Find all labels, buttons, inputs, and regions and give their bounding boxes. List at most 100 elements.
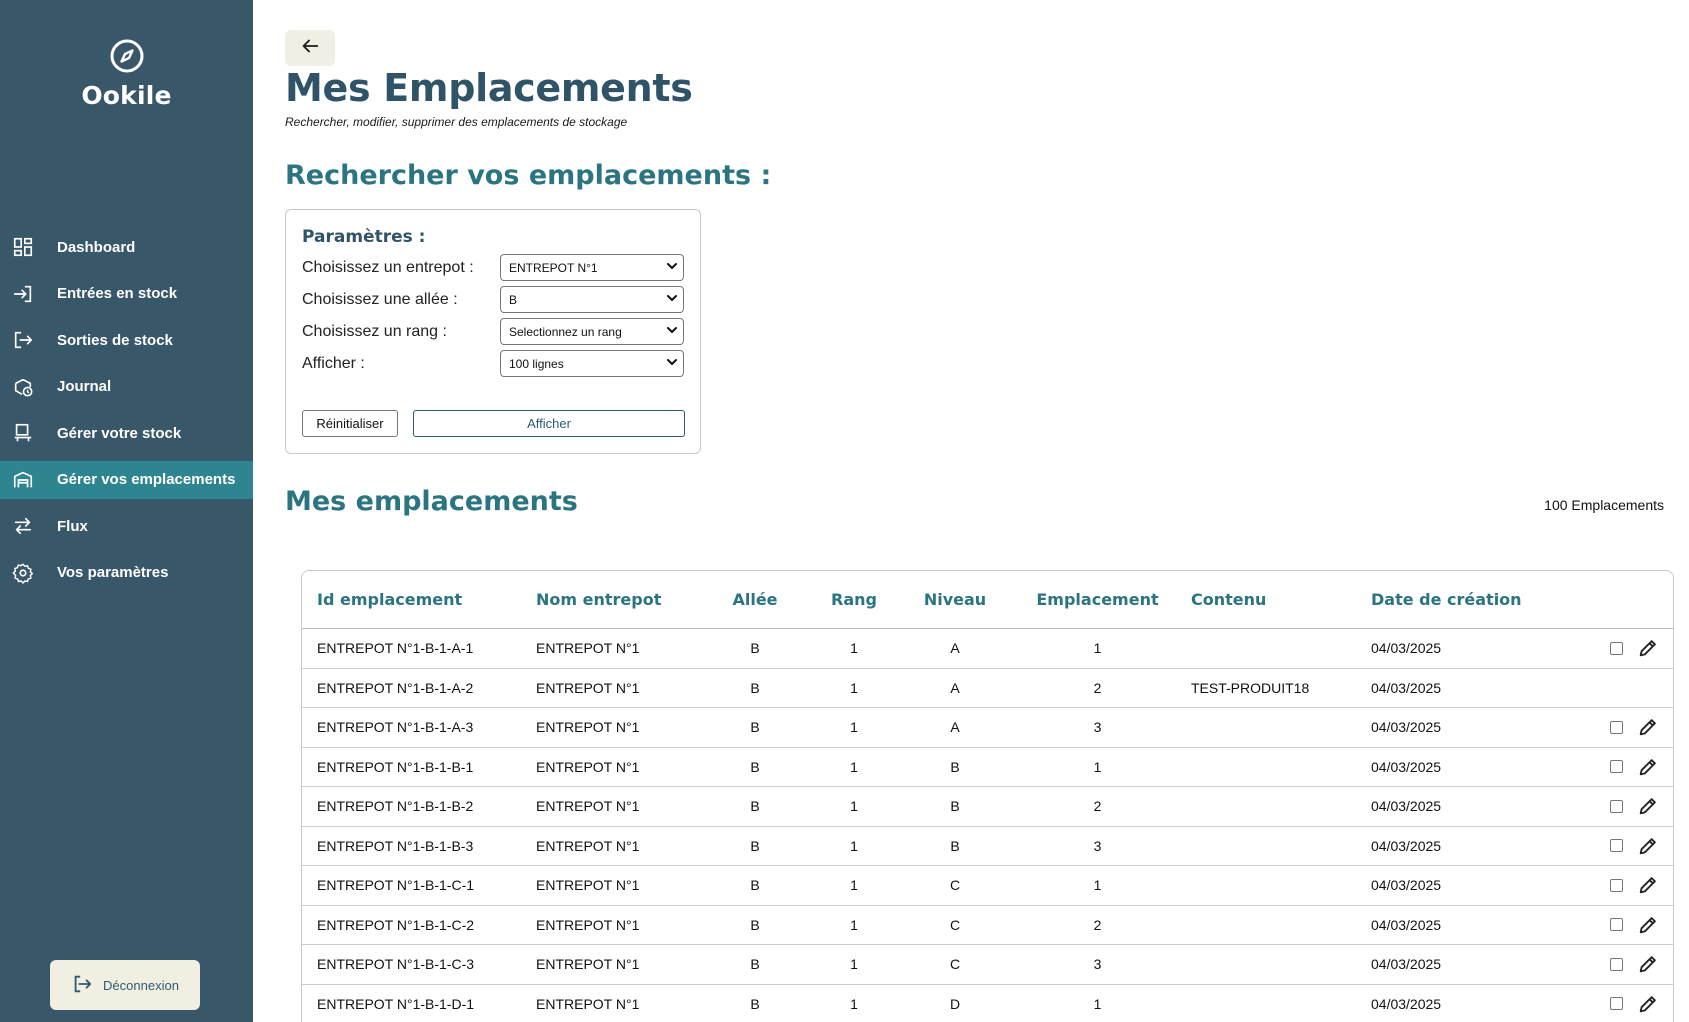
page-title: Mes Emplacements (285, 66, 693, 110)
cell-warehouse-name: ENTREPOT N°1 (536, 956, 640, 973)
reset-button[interactable]: Réinitialiser (302, 410, 398, 437)
param-row: Choisissez une allée : B (302, 286, 686, 313)
table-row: ENTREPOT N°1-B-1-C-1 ENTREPOT N°1 B 1 C 1 04/0… (302, 866, 1673, 906)
main-content: Mes Emplacements Rechercher, modifier, s… (253, 0, 1689, 1022)
warehouse-icon (12, 469, 34, 491)
page-subtitle: Rechercher, modifier, supprimer des empl… (285, 115, 628, 129)
cell-creation-date: 04/03/2025 (1371, 798, 1442, 815)
row-actions (1559, 914, 1673, 936)
cell-row: 1 (850, 758, 858, 775)
sidebar-item-vos-parametres[interactable]: Vos paramètres (0, 554, 253, 592)
cell-location: 3 (1093, 719, 1102, 736)
pencil-icon[interactable] (1637, 914, 1659, 936)
sidebar-item-journal[interactable]: Journal (0, 368, 253, 406)
cell-level: B (950, 798, 960, 815)
cell-row: 1 (850, 640, 858, 657)
sidebar-item-gerer-votre-stock[interactable]: Gérer votre stock (0, 414, 253, 452)
pencil-icon[interactable] (1637, 637, 1659, 659)
sidebar-item-label: Entrées en stock (57, 285, 178, 302)
sidebar-item-entrees-en-stock[interactable]: Entrées en stock (0, 275, 253, 313)
cell-id: ENTREPOT N°1-B-1-A-1 (317, 640, 474, 657)
cell-row: 1 (850, 877, 858, 894)
compass-icon (109, 38, 145, 74)
show-button[interactable]: Afficher (413, 410, 685, 437)
cell-row: 1 (850, 798, 858, 815)
logout-button[interactable]: Déconnexion (50, 960, 200, 1010)
row-select-checkbox[interactable] (1610, 760, 1623, 774)
row-select-checkbox[interactable] (1610, 997, 1623, 1011)
cell-creation-date: 04/03/2025 (1371, 995, 1442, 1012)
pencil-icon[interactable] (1637, 756, 1659, 778)
logout-icon (12, 329, 34, 351)
back-button[interactable] (285, 30, 335, 66)
parameters-title: Paramètres : (302, 227, 426, 247)
param-label: Choisissez un entrepot : (302, 258, 474, 276)
sidebar-item-gerer-vos-emplacements[interactable]: Gérer vos emplacements (0, 460, 253, 499)
locations-table: Id emplacement Nom entrepot Allée Rang N… (301, 570, 1674, 1022)
cell-aisle: B (750, 956, 760, 973)
aisle-select[interactable]: B (500, 286, 684, 313)
sidebar-nav: Dashboard Entrées en stock Sorties de stoc… (0, 228, 253, 600)
row-select-checkbox[interactable] (1610, 720, 1623, 734)
row-select-checkbox[interactable] (1610, 957, 1623, 971)
param-label: Choisissez un rang : (302, 322, 447, 340)
sidebar-item-dashboard[interactable]: Dashboard (0, 228, 253, 266)
pencil-icon[interactable] (1637, 993, 1659, 1015)
pencil-icon[interactable] (1637, 716, 1659, 738)
row-select[interactable]: Selectionnez un rang (500, 318, 684, 345)
sidebar-item-label: Gérer votre stock (57, 424, 182, 442)
sidebar-item-flux[interactable]: Flux (0, 507, 253, 545)
row-select-checkbox[interactable] (1610, 878, 1623, 892)
cell-row: 1 (850, 995, 858, 1012)
forklift-icon (12, 422, 34, 444)
list-section-title: Mes emplacements (285, 486, 578, 517)
row-select-checkbox[interactable] (1610, 799, 1623, 813)
cell-level: D (949, 995, 961, 1012)
cell-creation-date: 04/03/2025 (1371, 877, 1442, 894)
warehouse-select[interactable]: ENTREPOT N°1 (500, 254, 684, 281)
row-actions (1559, 716, 1673, 738)
cell-id: ENTREPOT N°1-B-1-A-3 (317, 719, 474, 736)
pencil-icon[interactable] (1637, 835, 1659, 857)
pencil-icon[interactable] (1637, 953, 1659, 975)
app-root: Ookile Dashboard Entrées en stock Sorties … (0, 0, 1689, 1022)
history-icon (12, 376, 34, 398)
table-row: ENTREPOT N°1-B-1-C-3 ENTREPOT N°1 B 1 C 3 04/0… (302, 945, 1673, 985)
row-actions (1559, 637, 1673, 659)
cell-location: 1 (1093, 877, 1102, 894)
cell-aisle: B (750, 837, 760, 854)
table-row: ENTREPOT N°1-B-1-B-2 ENTREPOT N°1 B 1 B 2 04/0… (302, 787, 1673, 827)
cell-warehouse-name: ENTREPOT N°1 (536, 640, 640, 657)
row-select-checkbox[interactable] (1610, 641, 1623, 655)
cell-warehouse-name: ENTREPOT N°1 (536, 837, 640, 854)
login-icon (12, 283, 34, 305)
cell-warehouse-name: ENTREPOT N°1 (536, 995, 640, 1012)
header-location: Emplacement (1036, 590, 1159, 609)
sidebar-item-sorties-de-stock[interactable]: Sorties de stock (0, 321, 253, 359)
sidebar-item-label: Sorties de stock (57, 331, 173, 349)
row-select-checkbox[interactable] (1610, 918, 1623, 932)
chevron-down-icon (666, 260, 678, 275)
cell-id: ENTREPOT N°1-B-1-B-1 (317, 758, 474, 775)
param-label: Choisissez une allée : (302, 290, 458, 308)
param-label: Afficher : (302, 354, 365, 372)
display-count-select[interactable]: 100 lignes (500, 350, 684, 377)
cell-warehouse-name: ENTREPOT N°1 (536, 798, 640, 815)
row-actions (1559, 795, 1673, 817)
cell-creation-date: 04/03/2025 (1371, 640, 1442, 657)
cell-creation-date: 04/03/2025 (1371, 719, 1442, 736)
param-row: Choisissez un entrepot : ENTREPOT N°1 (302, 254, 686, 281)
param-row: Afficher : 100 lignes (302, 350, 686, 377)
cell-id: ENTREPOT N°1-B-1-D-1 (317, 995, 475, 1012)
param-row: Choisissez un rang : Selectionnez un rang (302, 318, 686, 345)
pencil-icon[interactable] (1637, 874, 1659, 896)
row-select-checkbox[interactable] (1610, 839, 1623, 853)
logout-label: Déconnexion (103, 977, 179, 993)
cell-level: C (949, 956, 961, 973)
pencil-icon[interactable] (1637, 795, 1659, 817)
cell-id: ENTREPOT N°1-B-1-B-2 (317, 798, 474, 815)
cell-content: TEST-PRODUIT18 (1191, 679, 1310, 696)
table-row: ENTREPOT N°1-B-1-A-3 ENTREPOT N°1 B 1 A 3 04/0… (302, 708, 1673, 748)
header-warehouse-name: Nom entrepot (536, 590, 662, 609)
cell-aisle: B (750, 877, 760, 894)
